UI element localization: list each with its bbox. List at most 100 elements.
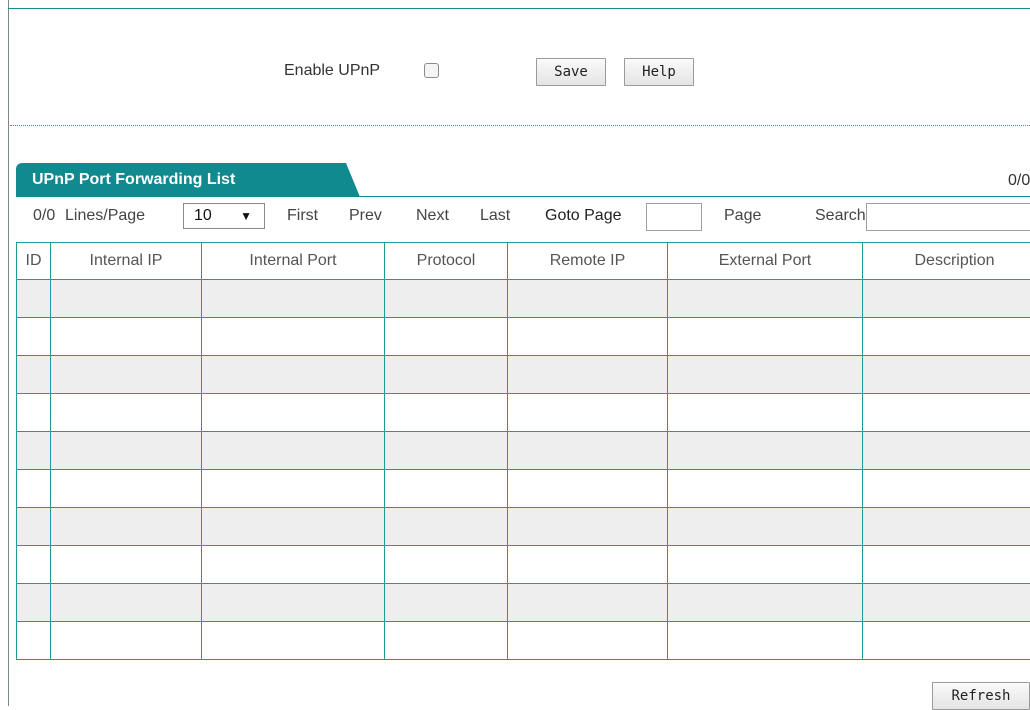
- table-cell: [202, 584, 385, 622]
- table-cell: [508, 584, 668, 622]
- table-cell: [668, 470, 863, 508]
- table-row: [17, 356, 1030, 394]
- last-page-link[interactable]: Last: [480, 207, 510, 225]
- table-cell: [385, 394, 508, 432]
- table-row: [17, 508, 1030, 546]
- table-body: [17, 280, 1030, 660]
- help-button[interactable]: Help: [624, 58, 694, 86]
- table-cell: [385, 432, 508, 470]
- page-label: Page: [724, 207, 761, 225]
- table-cell: [385, 584, 508, 622]
- table-cell: [51, 356, 202, 394]
- table-cell: [508, 622, 668, 660]
- table-cell: [508, 356, 668, 394]
- table-cell: [202, 546, 385, 584]
- lines-per-page-label: Lines/Page: [65, 207, 145, 225]
- col-header-remote-ip[interactable]: Remote IP: [508, 243, 668, 280]
- table-cell: [863, 546, 1030, 584]
- table-cell: [17, 394, 51, 432]
- table-cell: [508, 394, 668, 432]
- table-cell: [17, 280, 51, 318]
- table-cell: [385, 470, 508, 508]
- table-cell: [51, 584, 202, 622]
- col-header-description[interactable]: Description: [863, 243, 1030, 280]
- first-page-link[interactable]: First: [287, 207, 318, 225]
- table-cell: [51, 280, 202, 318]
- prev-page-link[interactable]: Prev: [349, 207, 382, 225]
- table-cell: [863, 394, 1030, 432]
- table-cell: [863, 584, 1030, 622]
- table-cell: [668, 546, 863, 584]
- col-header-internal-port[interactable]: Internal Port: [202, 243, 385, 280]
- table-cell: [51, 546, 202, 584]
- table-cell: [51, 318, 202, 356]
- table-cell: [508, 470, 668, 508]
- table-cell: [202, 394, 385, 432]
- table-cell: [863, 432, 1030, 470]
- table-cell: [17, 356, 51, 394]
- table-row: [17, 622, 1030, 660]
- table-cell: [17, 318, 51, 356]
- table-cell: [202, 280, 385, 318]
- table-cell: [17, 546, 51, 584]
- lines-per-page-value: 10: [194, 207, 212, 225]
- col-header-internal-ip[interactable]: Internal IP: [51, 243, 202, 280]
- table-cell: [863, 508, 1030, 546]
- col-header-protocol[interactable]: Protocol: [385, 243, 508, 280]
- chevron-down-icon: ▼: [240, 209, 252, 223]
- table-cell: [385, 508, 508, 546]
- search-label: Search: [815, 207, 866, 225]
- table-cell: [202, 622, 385, 660]
- table-cell: [17, 584, 51, 622]
- col-header-id[interactable]: ID: [17, 243, 51, 280]
- table-cell: [17, 622, 51, 660]
- table-cell: [508, 546, 668, 584]
- table-cell: [668, 356, 863, 394]
- table-cell: [385, 622, 508, 660]
- table-cell: [508, 508, 668, 546]
- table-cell: [668, 280, 863, 318]
- table-cell: [863, 356, 1030, 394]
- next-page-link[interactable]: Next: [416, 207, 449, 225]
- page-count: 0/0: [33, 207, 55, 225]
- table-cell: [385, 356, 508, 394]
- table-cell: [385, 318, 508, 356]
- table-cell: [863, 318, 1030, 356]
- table-cell: [385, 280, 508, 318]
- table-row: [17, 394, 1030, 432]
- table-cell: [668, 394, 863, 432]
- table-cell: [668, 318, 863, 356]
- list-tab: UPnP Port Forwarding List: [16, 163, 360, 197]
- enable-upnp-checkbox[interactable]: [424, 63, 439, 78]
- table-cell: [17, 470, 51, 508]
- enable-upnp-label: Enable UPnP: [284, 62, 380, 80]
- table-cell: [51, 622, 202, 660]
- goto-page-label: Goto Page: [545, 207, 622, 225]
- table-cell: [863, 470, 1030, 508]
- list-title: UPnP Port Forwarding List: [32, 171, 235, 189]
- table-cell: [202, 470, 385, 508]
- table-cell: [17, 508, 51, 546]
- table-cell: [863, 622, 1030, 660]
- port-forwarding-table: ID Internal IP Internal Port Protocol Re…: [16, 242, 1030, 660]
- col-header-external-port[interactable]: External Port: [668, 243, 863, 280]
- save-button[interactable]: Save: [536, 58, 606, 86]
- table-cell: [202, 356, 385, 394]
- search-input[interactable]: [866, 203, 1030, 231]
- table-cell: [668, 584, 863, 622]
- goto-page-input[interactable]: [646, 203, 702, 231]
- table-cell: [51, 470, 202, 508]
- list-count-right: 0/0: [1008, 172, 1030, 190]
- table-cell: [202, 432, 385, 470]
- table-cell: [202, 318, 385, 356]
- frame-top-border: [8, 8, 1030, 9]
- table-cell: [508, 318, 668, 356]
- frame-left-border: [8, 0, 9, 706]
- lines-per-page-select[interactable]: 10 ▼: [183, 203, 265, 229]
- table-row: [17, 470, 1030, 508]
- table-cell: [202, 508, 385, 546]
- table-cell: [668, 432, 863, 470]
- table-cell: [668, 508, 863, 546]
- table-row: [17, 432, 1030, 470]
- table-cell: [17, 432, 51, 470]
